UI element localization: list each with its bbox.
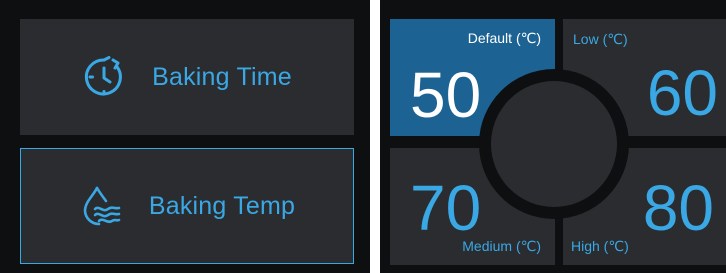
preset-low-caption: Low (℃) [573,31,628,47]
preset-medium-value: 70 [410,172,482,244]
baking-temp-button[interactable]: Baking Temp [20,148,354,264]
preset-medium-caption: Medium (℃) [462,238,541,254]
preset-default-value: 50 [410,59,482,131]
center-dial [491,81,617,207]
baking-time-label: Baking Time [152,62,292,91]
preset-high-value: 80 [642,172,714,244]
preset-high-caption: High (℃) [571,238,629,254]
baking-temp-label: Baking Temp [148,191,296,220]
water-heat-icon [79,184,123,228]
baking-time-button[interactable]: Baking Time [20,19,354,135]
mode-panel: Baking Time Baking Temp [0,0,370,273]
timer-clock-icon [82,55,126,99]
preset-low-value: 60 [646,57,718,129]
preset-default-caption: Default (℃) [467,30,541,46]
temperature-preset-panel: Default (℃) 50 Low (℃) 60 70 Medium (℃) … [380,0,726,273]
